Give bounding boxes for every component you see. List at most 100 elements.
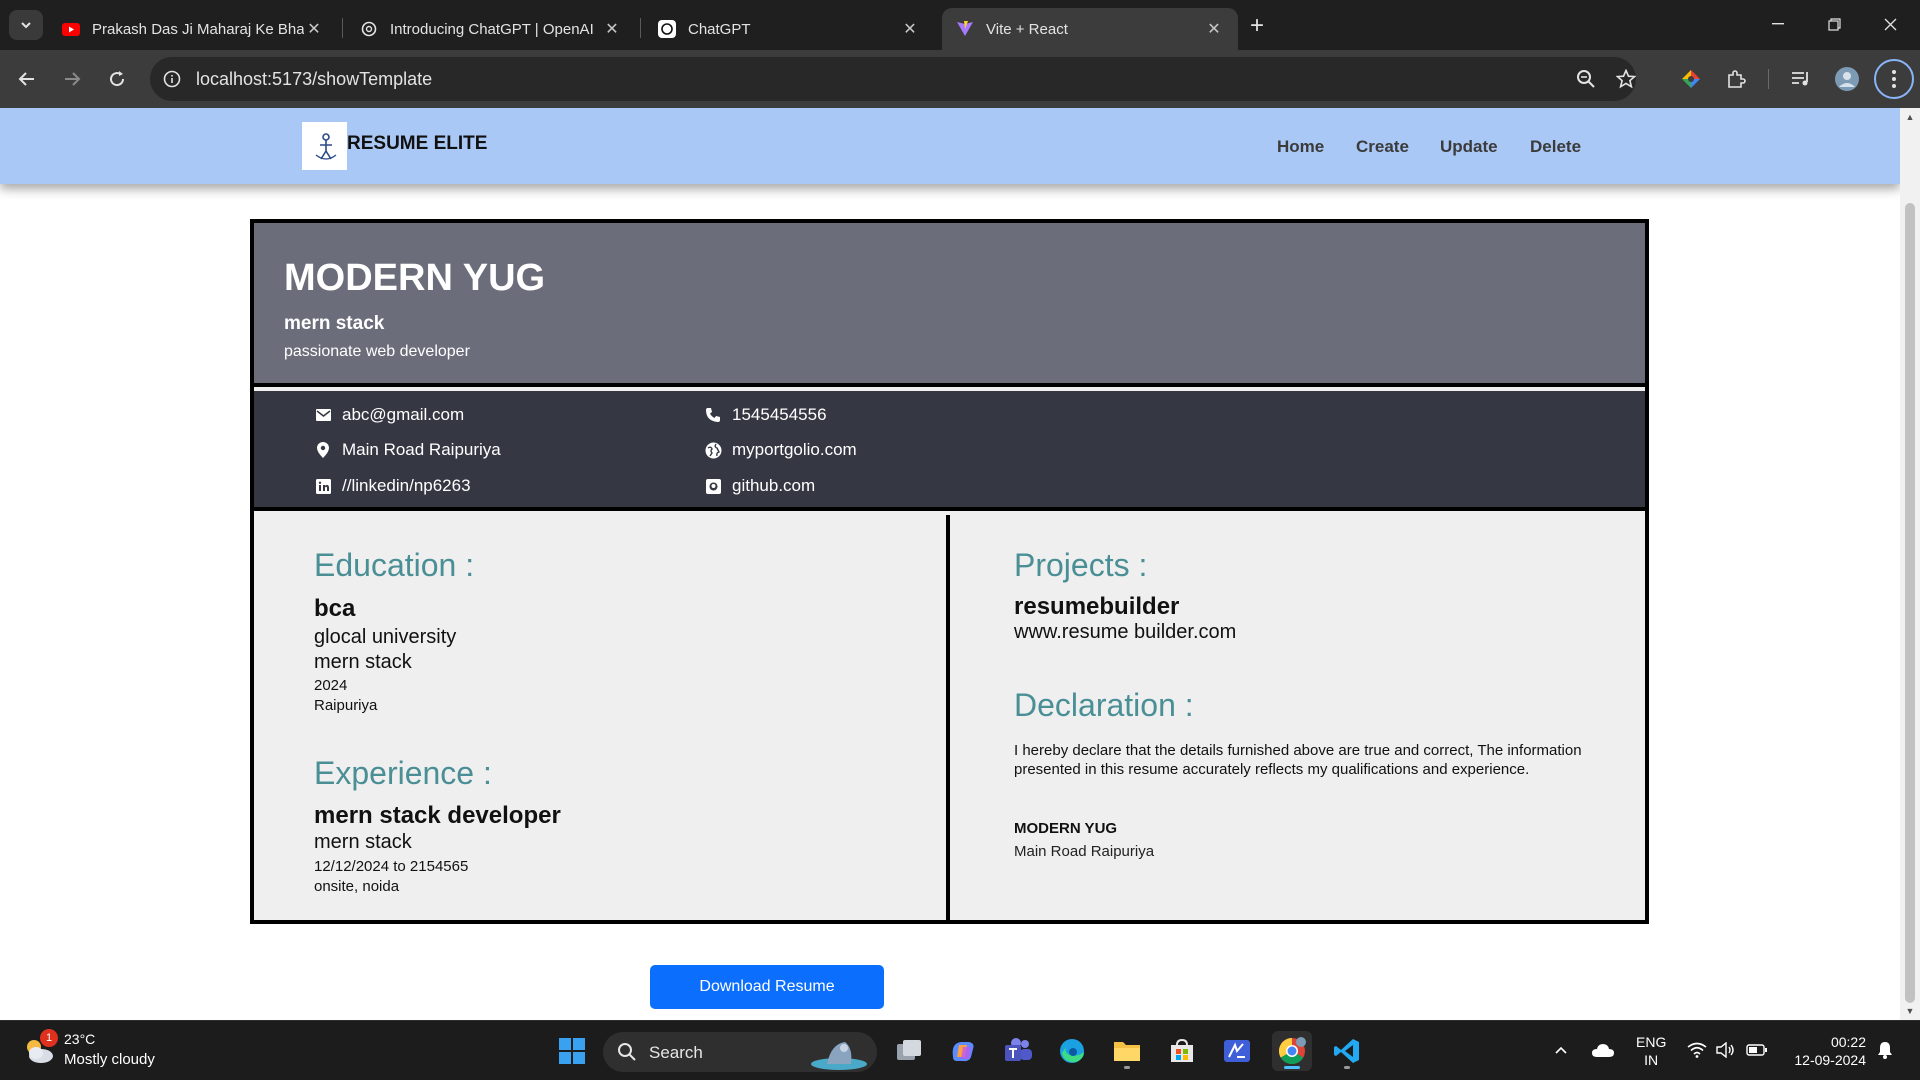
download-resume-button[interactable]: Download Resume	[650, 965, 884, 1009]
vscode-icon	[1334, 1039, 1359, 1063]
battery-icon	[1746, 1044, 1767, 1056]
task-view-button[interactable]	[889, 1031, 929, 1071]
speaker-icon	[1716, 1042, 1734, 1058]
project-name: resumebuilder	[1014, 593, 1180, 620]
wifi-tray[interactable]	[1682, 1035, 1712, 1065]
browser-tabstrip: Prakash Das Ji Maharaj Ke Bhaj ✕ Introdu…	[0, 0, 1920, 50]
resume-name: MODERN YUG	[284, 257, 546, 299]
profile-avatar[interactable]	[1833, 65, 1861, 93]
close-icon	[1884, 18, 1896, 30]
education-heading: Education :	[314, 547, 475, 583]
weather-description[interactable]: Mostly cloudy	[64, 1051, 155, 1068]
bell-icon	[1878, 1042, 1892, 1059]
resume-right-column: Projects : resumebuilder www.resume buil…	[954, 515, 1645, 920]
store-icon	[1171, 1038, 1193, 1062]
tab-separator	[342, 18, 343, 38]
chrome-button[interactable]	[1272, 1031, 1312, 1071]
close-tab-icon[interactable]: ✕	[900, 19, 920, 39]
back-button[interactable]	[11, 63, 43, 95]
minimize-button[interactable]	[1750, 0, 1806, 48]
taskbar-search[interactable]: Search	[603, 1032, 877, 1072]
language-indicator[interactable]: ENG IN	[1636, 1033, 1666, 1069]
contact-phone: 1545454556	[704, 405, 827, 425]
taskbar-search-label: Search	[649, 1043, 703, 1062]
clock-date: 12-09-2024	[1794, 1052, 1866, 1068]
color-extension-icon[interactable]	[1677, 65, 1705, 93]
volume-tray[interactable]	[1710, 1035, 1740, 1065]
restore-button[interactable]	[1806, 0, 1862, 48]
tab-chatgpt[interactable]: ChatGPT ✕	[644, 8, 934, 50]
close-window-button[interactable]	[1862, 0, 1918, 48]
zoom-icon[interactable]	[1574, 67, 1598, 91]
vscode-button[interactable]	[1327, 1031, 1367, 1071]
new-tab-button[interactable]: +	[1243, 12, 1271, 40]
address-bar[interactable]: localhost:5173/showTemplate	[150, 57, 1636, 101]
store-button[interactable]	[1162, 1031, 1202, 1071]
tab-title: ChatGPT	[688, 20, 751, 38]
nav-create[interactable]: Create	[1356, 137, 1409, 157]
tab-openai[interactable]: Introducing ChatGPT | OpenAI ✕	[346, 8, 636, 50]
notification-button[interactable]	[1870, 1035, 1900, 1065]
contact-github-text: github.com	[732, 476, 816, 495]
nav-update[interactable]: Update	[1440, 137, 1498, 157]
url-text[interactable]: localhost:5173/showTemplate	[196, 69, 432, 90]
contact-address: Main Road Raipuriya	[314, 440, 501, 460]
edge-button[interactable]	[1052, 1031, 1092, 1071]
page-scrollbar[interactable]: ▲ ▼	[1900, 108, 1920, 1020]
vite-icon	[956, 20, 974, 38]
file-explorer-button[interactable]	[1107, 1031, 1147, 1071]
site-info-icon[interactable]	[160, 67, 184, 91]
pen-board-icon	[1224, 1040, 1250, 1062]
arrow-right-icon	[65, 72, 81, 86]
start-button[interactable]	[552, 1031, 592, 1071]
copilot-icon	[952, 1042, 974, 1062]
tab-search-button[interactable]	[9, 10, 43, 40]
forward-button[interactable]	[56, 63, 88, 95]
page-viewport: RESUME ELITE Home Create Update Delete M…	[0, 108, 1900, 1020]
nav-home[interactable]: Home	[1277, 137, 1324, 157]
contact-linkedin-text: //linkedin/np6263	[342, 476, 471, 495]
search-highlight-icon	[811, 1042, 867, 1070]
education-degree: bca	[314, 595, 356, 622]
tab-separator	[640, 18, 641, 38]
teams-button[interactable]	[998, 1031, 1038, 1071]
reload-button[interactable]	[101, 63, 133, 95]
task-view-icon	[897, 1040, 921, 1060]
minimize-icon	[1772, 23, 1784, 25]
contact-linkedin: //linkedin/np6263	[314, 476, 471, 496]
close-tab-icon[interactable]: ✕	[602, 19, 622, 39]
onedrive-tray[interactable]	[1588, 1035, 1618, 1065]
resume-header: MODERN YUG mern stack passionate web dev…	[254, 223, 1645, 387]
contact-portfolio: myportgolio.com	[704, 440, 857, 460]
linkedin-icon	[314, 477, 332, 495]
education-stream: mern stack	[314, 651, 412, 673]
tab-vite-react[interactable]: Vite + React ✕	[942, 8, 1238, 50]
whiteboard-button[interactable]	[1217, 1031, 1257, 1071]
weather-temperature[interactable]: 23°C	[64, 1031, 95, 1047]
show-hidden-icons-button[interactable]	[1546, 1035, 1576, 1065]
scrollbar-thumb[interactable]	[1905, 203, 1915, 1003]
system-clock[interactable]: 00:22 12-09-2024	[1786, 1033, 1866, 1069]
brand-name[interactable]: RESUME ELITE	[347, 133, 487, 155]
education-year: 2024	[314, 677, 348, 694]
scroll-down-arrow-icon[interactable]: ▼	[1905, 1006, 1915, 1016]
resume-left-column: Education : bca glocal university mern s…	[254, 515, 950, 920]
restore-icon	[1827, 17, 1841, 31]
media-control-icon[interactable]	[1787, 65, 1815, 93]
browser-menu-button[interactable]	[1874, 59, 1914, 99]
chevron-up-icon	[1555, 1046, 1567, 1054]
tab-title: Introducing ChatGPT | OpenAI	[390, 20, 594, 38]
scroll-up-arrow-icon[interactable]: ▲	[1905, 112, 1915, 122]
project-link: www.resume builder.com	[1014, 621, 1237, 643]
battery-tray[interactable]	[1742, 1035, 1772, 1065]
resume-body: Education : bca glocal university mern s…	[254, 515, 1645, 920]
extensions-puzzle-icon[interactable]	[1722, 65, 1750, 93]
site-logo[interactable]	[302, 122, 347, 170]
close-tab-icon[interactable]: ✕	[1204, 19, 1224, 39]
bookmark-star-icon[interactable]	[1614, 67, 1638, 91]
close-tab-icon[interactable]: ✕	[304, 19, 324, 39]
nav-delete[interactable]: Delete	[1530, 137, 1581, 157]
language-code: ENG	[1636, 1034, 1667, 1050]
tab-youtube[interactable]: Prakash Das Ji Maharaj Ke Bhaj ✕	[48, 8, 338, 50]
copilot-button[interactable]	[943, 1031, 983, 1071]
